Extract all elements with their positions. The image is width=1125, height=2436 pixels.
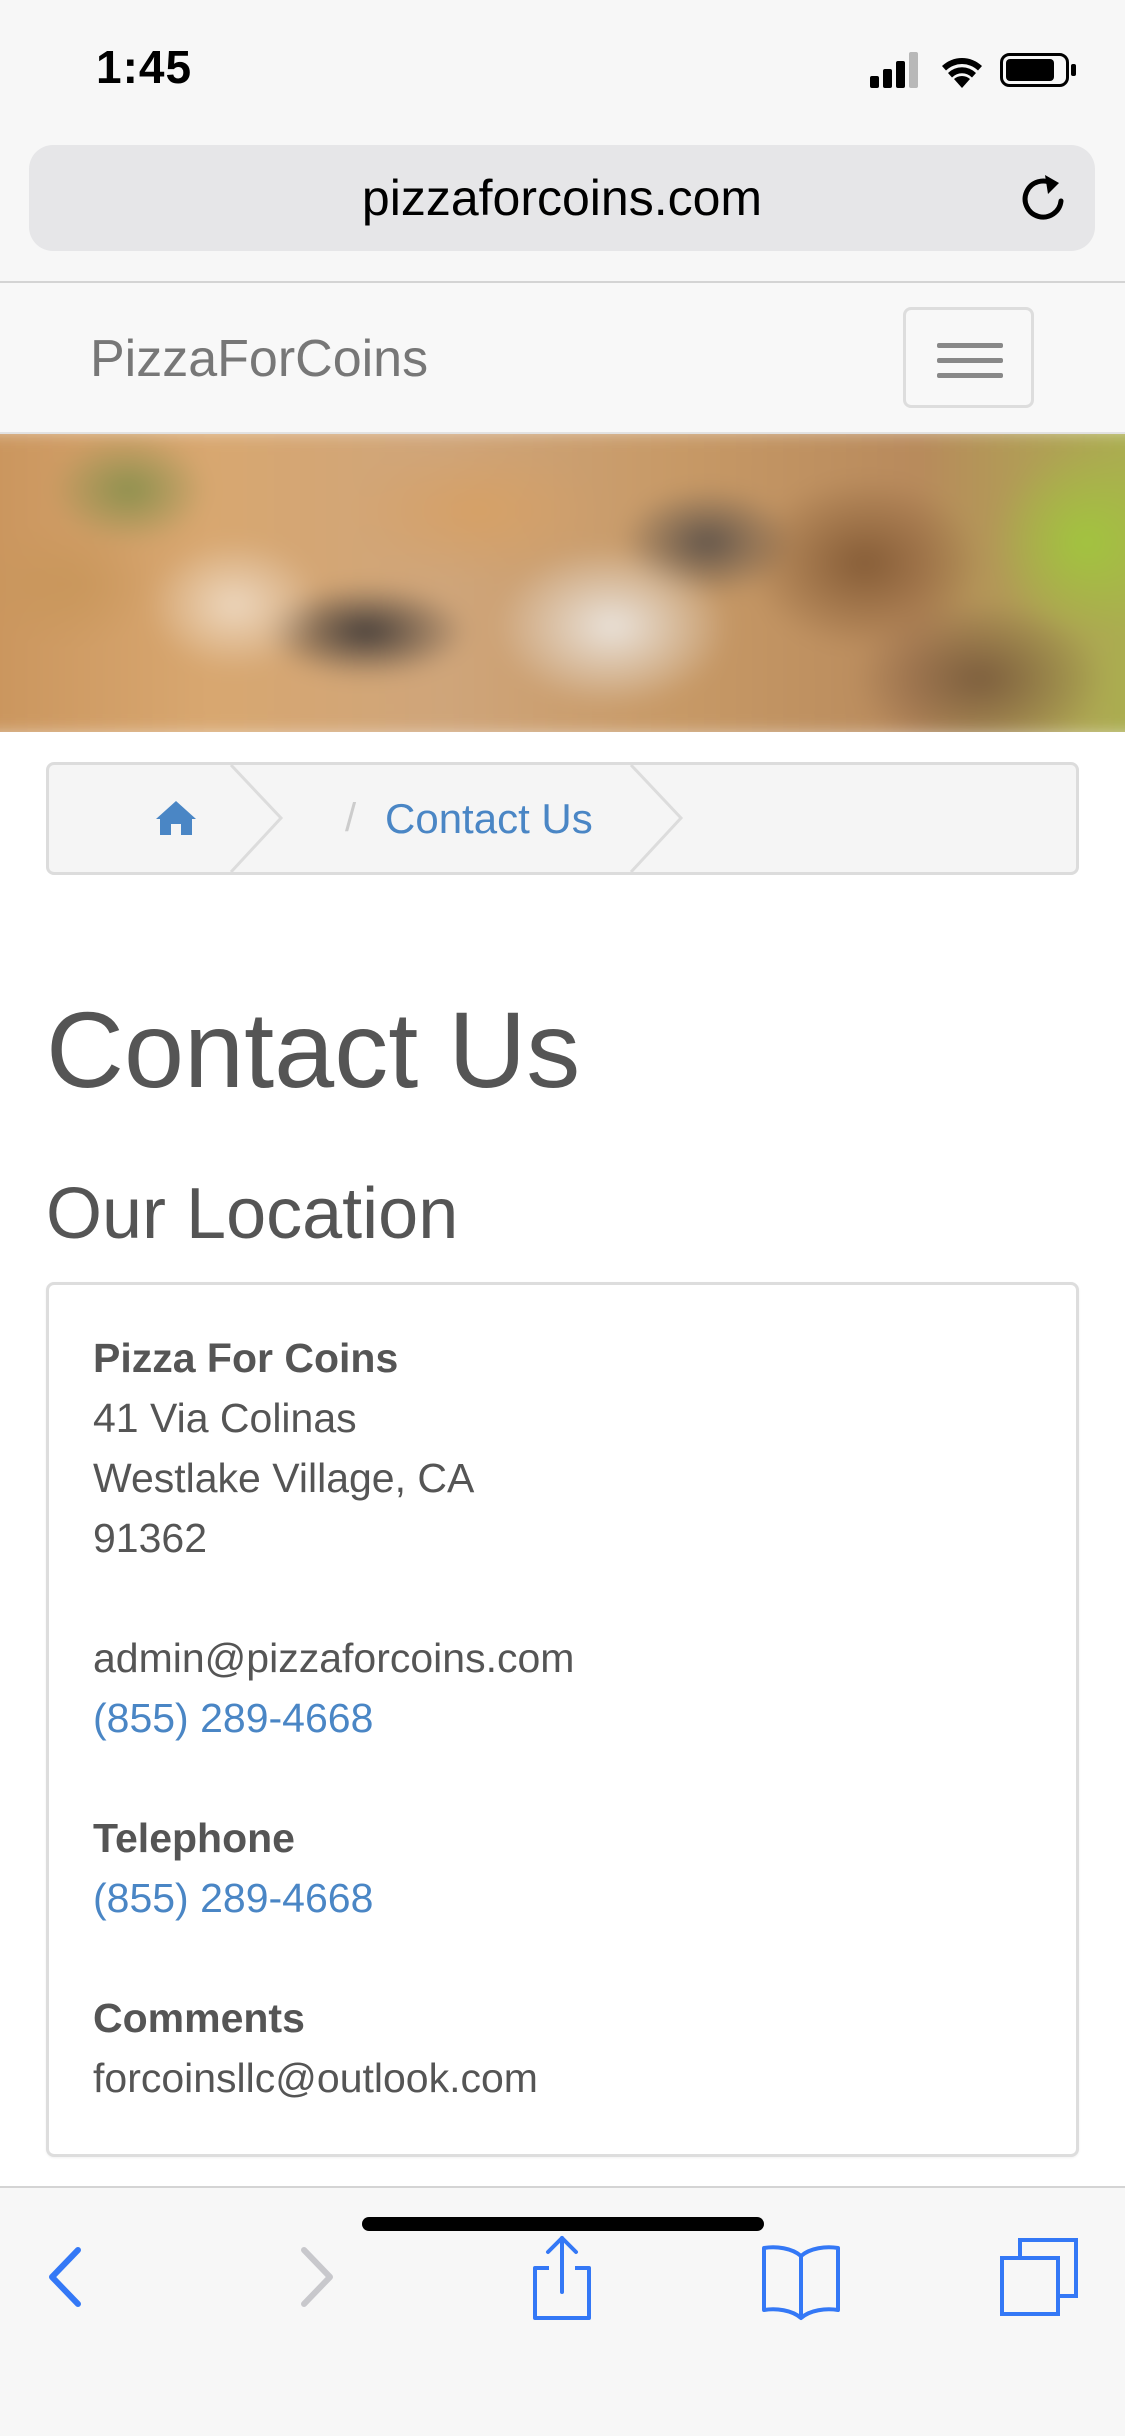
breadcrumb: / Contact Us bbox=[46, 762, 1079, 875]
telephone-link[interactable]: (855) 289-4668 bbox=[93, 1878, 373, 1919]
browser-address-area: pizzaforcoins.com bbox=[0, 135, 1125, 283]
battery-icon bbox=[1000, 53, 1076, 87]
cellular-signal-icon bbox=[870, 52, 918, 88]
tabs-icon[interactable] bbox=[994, 2232, 1084, 2322]
section-title: Our Location bbox=[46, 1174, 459, 1254]
breadcrumb-separator: / bbox=[345, 796, 357, 840]
telephone-label: Telephone bbox=[93, 1815, 295, 1861]
page-title: Contact Us bbox=[46, 989, 581, 1110]
zip-code: 91362 bbox=[93, 1515, 208, 1561]
status-bar: 1:45 bbox=[0, 0, 1125, 135]
comments-label: Comments bbox=[93, 1995, 305, 2041]
site-brand[interactable]: PizzaForCoins bbox=[90, 283, 428, 434]
contact-email: admin@pizzaforcoins.com bbox=[93, 1635, 575, 1681]
address-bar[interactable]: pizzaforcoins.com bbox=[29, 145, 1095, 251]
status-icons bbox=[860, 48, 1085, 90]
hero-banner bbox=[0, 434, 1125, 732]
city-state: Westlake Village, CA bbox=[93, 1455, 475, 1501]
phone-link[interactable]: (855) 289-4668 bbox=[93, 1698, 373, 1739]
chevron-left-icon[interactable] bbox=[20, 2232, 110, 2322]
menu-toggle-button[interactable] bbox=[903, 307, 1034, 408]
status-time: 1:45 bbox=[96, 41, 193, 93]
home-icon bbox=[156, 801, 196, 835]
reload-icon[interactable] bbox=[1015, 171, 1071, 227]
share-icon[interactable] bbox=[517, 2232, 607, 2322]
breadcrumb-arrow bbox=[629, 765, 684, 872]
breadcrumb-contact-link[interactable]: Contact Us bbox=[385, 765, 593, 872]
business-name: Pizza For Coins bbox=[93, 1335, 399, 1381]
home-indicator[interactable] bbox=[362, 2217, 764, 2231]
wifi-icon bbox=[942, 58, 982, 88]
location-card: Pizza For Coins 41 Via Colinas Westlake … bbox=[46, 1282, 1079, 2157]
breadcrumb-arrow bbox=[229, 765, 284, 872]
hero-image bbox=[0, 434, 1125, 732]
comments-email: forcoinsllc@outlook.com bbox=[93, 2055, 538, 2101]
site-navbar: PizzaForCoins bbox=[0, 283, 1125, 434]
url-text[interactable]: pizzaforcoins.com bbox=[29, 145, 1095, 251]
street-address: 41 Via Colinas bbox=[93, 1395, 357, 1441]
book-icon[interactable] bbox=[756, 2232, 846, 2322]
chevron-right-icon[interactable] bbox=[270, 2232, 360, 2322]
